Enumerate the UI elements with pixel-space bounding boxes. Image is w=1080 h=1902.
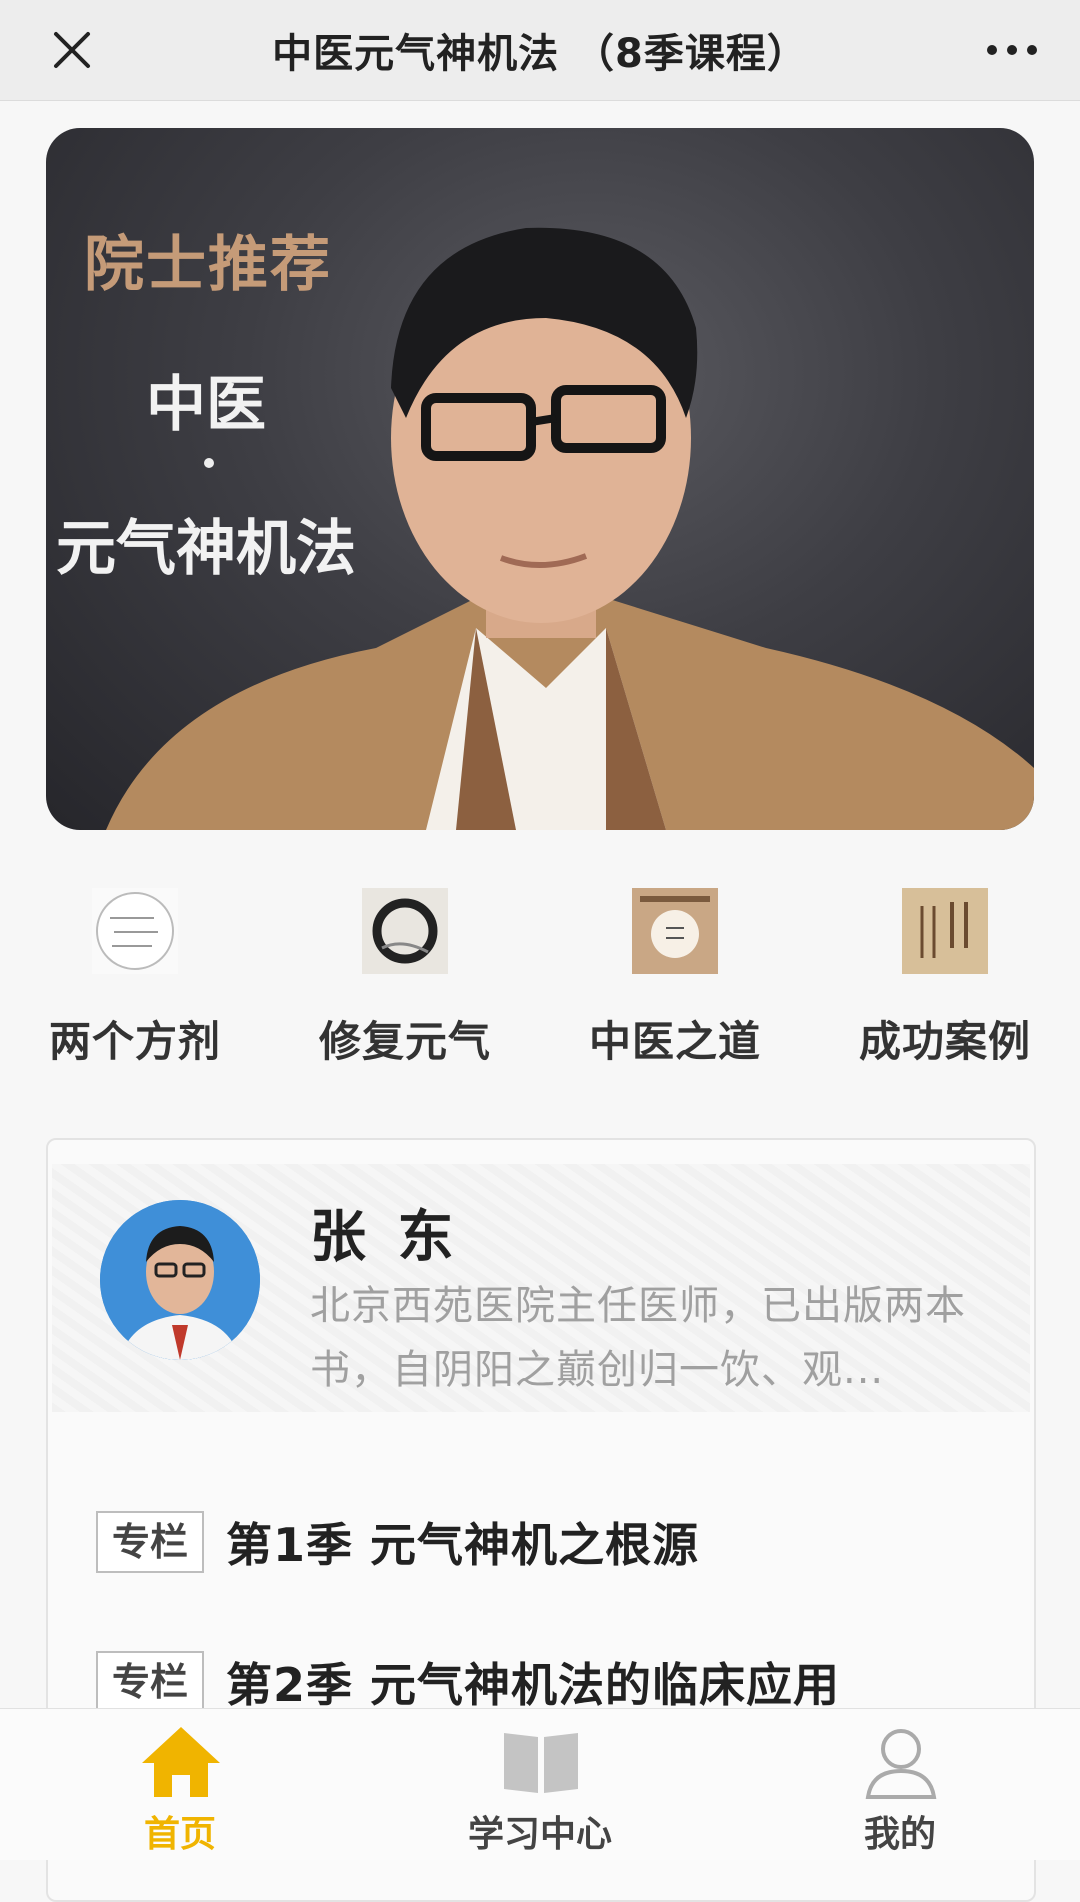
banner-title-line1: 中医 (146, 370, 266, 440)
category-label: 修复元气 (318, 1017, 491, 1066)
tab-label: 我的 (863, 1814, 936, 1855)
banner-dot (204, 458, 214, 468)
book-cover-thumb (632, 888, 718, 974)
category-way[interactable]: 中医之道 (565, 880, 785, 1080)
author-description: 北京西苑医院主任医师，已出版两本书，自阴阳之巅创归一饮、观... (310, 1283, 966, 1393)
author-avatar-image (100, 1200, 260, 1360)
course-item[interactable]: 专栏 第1季 元气神机之根源 (96, 1510, 699, 1574)
category-label: 成功案例 (858, 1017, 1031, 1066)
navbar: 中医元气神机法 （8季课程） (0, 0, 1080, 101)
tab-home[interactable]: 首页 (0, 1709, 360, 1860)
bottom-tab-bar: 首页 学习中心 我的 (0, 1708, 1080, 1860)
book-open-icon (504, 1733, 578, 1793)
formula-thumb (92, 888, 178, 974)
column-badge: 专栏 (96, 1511, 205, 1573)
course-title: 第2季 元气神机法的临床应用 (226, 1658, 841, 1712)
category-label: 中医之道 (588, 1017, 761, 1066)
close-icon[interactable] (48, 26, 96, 74)
course-title: 第1季 元气神机之根源 (226, 1518, 700, 1572)
banner-title-line2: 元气神机法 (56, 514, 356, 584)
author-name: 张 东 (310, 1205, 460, 1270)
banner-tag: 院士推荐 (84, 230, 332, 300)
category-row: 两个方剂 修复元气 中医之道 成功案例 (0, 880, 1080, 1080)
ink-circle-thumb (362, 888, 448, 974)
user-icon (865, 1729, 937, 1799)
tab-learning-center[interactable]: 学习中心 (360, 1709, 720, 1860)
page-title: 中医元气神机法 （8季课程） (272, 31, 808, 77)
column-badge: 专栏 (96, 1651, 205, 1713)
category-formulas[interactable]: 两个方剂 (25, 880, 245, 1080)
course-item[interactable]: 专栏 第2季 元气神机法的临床应用 (96, 1650, 840, 1714)
category-label: 两个方剂 (48, 1017, 221, 1066)
home-icon (142, 1727, 220, 1797)
author-section[interactable]: 张 东 北京西苑医院主任医师，已出版两本书，自阴阳之巅创归一饮、观... (52, 1164, 1030, 1412)
more-dots-icon[interactable] (982, 26, 1042, 74)
category-cases[interactable]: 成功案例 (835, 880, 1055, 1080)
book-thumb (902, 888, 988, 974)
tab-mine[interactable]: 我的 (720, 1709, 1080, 1860)
category-restore[interactable]: 修复元气 (295, 880, 515, 1080)
hero-banner[interactable]: 院士推荐 中医 元气神机法 (46, 128, 1034, 830)
tab-label: 学习中心 (467, 1814, 612, 1855)
tab-label: 首页 (143, 1814, 216, 1855)
avatar (100, 1200, 260, 1360)
